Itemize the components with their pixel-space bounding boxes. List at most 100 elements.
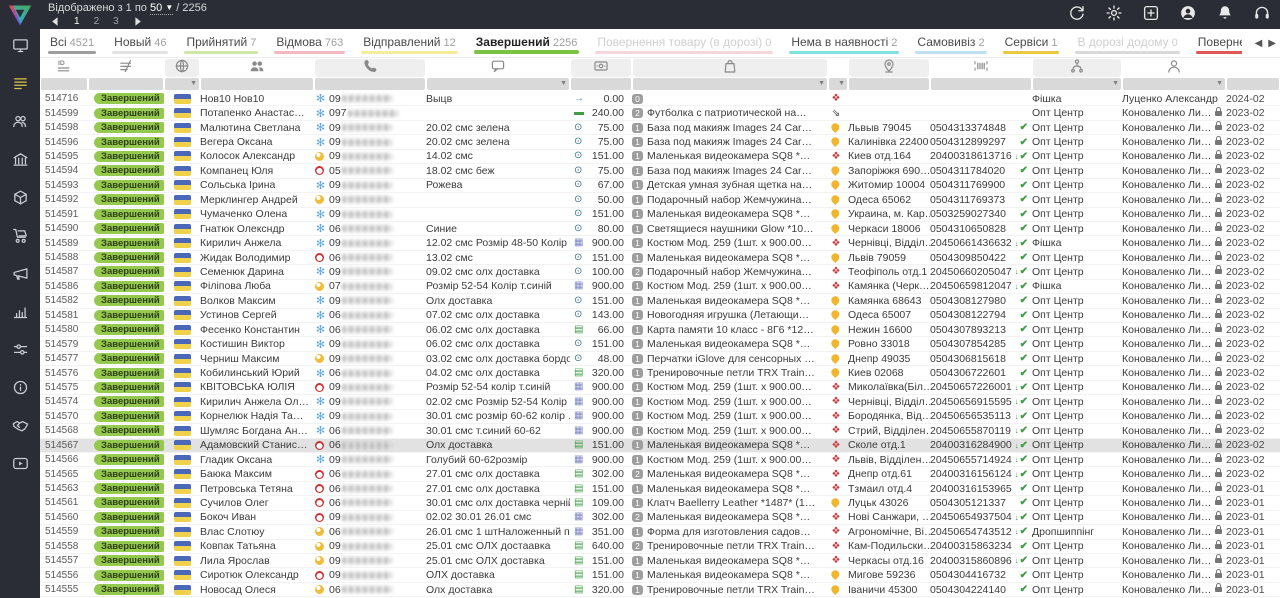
column-filter-3[interactable] (201, 78, 313, 90)
column-filter-13[interactable] (1227, 78, 1279, 90)
column-filter-4[interactable] (315, 78, 425, 90)
table-row-514587[interactable]: 514587ЗавершенийСеменюк Дарина✻0909.02 с… (40, 265, 1280, 279)
status-tab-11[interactable]: Повернення (завершений)125 (1188, 29, 1242, 57)
table-row-514566[interactable]: 514566ЗавершенийГладик Оксана✻09Голубий … (40, 453, 1280, 467)
sidebar-item-clients[interactable] (9, 112, 31, 131)
column-header-empty[interactable] (1227, 59, 1279, 77)
column-filter-8[interactable]: ▼ (829, 78, 847, 90)
column-header-comment-icon[interactable] (427, 59, 569, 77)
page-size-dropdown[interactable]: 50 ▼ (150, 2, 173, 15)
status-tab-6[interactable]: Повернення товару (в дорозі)0 (587, 29, 781, 57)
settings-gear-icon[interactable] (1104, 3, 1124, 23)
sidebar-item-settings[interactable] (9, 340, 31, 359)
table-row-514581[interactable]: 514581ЗавершенийУстинов Сергей✻0607.02 с… (40, 309, 1280, 323)
sidebar-item-orders[interactable] (9, 74, 31, 93)
sidebar-item-tutorials[interactable] (9, 454, 31, 473)
sidebar-item-companies[interactable] (9, 150, 31, 169)
refresh-icon[interactable] (1067, 3, 1087, 23)
column-header-empty[interactable] (829, 59, 847, 77)
status-tab-5[interactable]: Завершений2256 (466, 29, 588, 57)
tab-scroll-right-icon[interactable]: ▶ (1268, 38, 1276, 49)
table-row-514565[interactable]: 514565ЗавершенийБаюка Максим0627.01 смс … (40, 467, 1280, 481)
table-row-514590[interactable]: 514590ЗавершенийГнатюк Олексндр✻06Синие⊙… (40, 222, 1280, 236)
account-icon[interactable] (1178, 3, 1198, 23)
column-header-barcode-icon[interactable] (931, 59, 1031, 77)
notifications-bell-icon[interactable] (1215, 3, 1235, 23)
first-page-icon[interactable] (48, 16, 60, 27)
sidebar-item-marketing[interactable] (9, 264, 31, 283)
column-filter-0[interactable] (41, 78, 87, 90)
table-row-514568[interactable]: 514568ЗавершенийШумляс Богдана Ан…✻0630.… (40, 424, 1280, 438)
add-order-icon[interactable] (1141, 3, 1161, 23)
sidebar-item-dashboard[interactable] (9, 36, 31, 55)
table-row-514563[interactable]: 514563ЗавершенийПетровська Тетяна0627.01… (40, 482, 1280, 496)
column-filter-9[interactable] (849, 78, 929, 90)
table-row-514558[interactable]: 514558ЗавершенийКовпак Татьяна0925.01 см… (40, 540, 1280, 554)
column-filter-6[interactable] (571, 78, 631, 90)
page-1[interactable]: 1 (74, 16, 80, 27)
table-row-514570[interactable]: 514570ЗавершенийКорнелюк Надія Та…✻0930.… (40, 410, 1280, 424)
page-2[interactable]: 2 (94, 16, 100, 27)
table-row-514575[interactable]: 514575ЗавершенийКВІТОВСЬКА ЮЛІЯ09Розмір … (40, 381, 1280, 395)
table-row-514592[interactable]: 514592ЗавершенийМерклингер Андрей09⊙50.0… (40, 193, 1280, 207)
column-filter-5[interactable]: ▼ (427, 78, 569, 90)
table-row-514559[interactable]: 514559ЗавершенийВлас Слотюу0626.01 смс 1… (40, 525, 1280, 539)
table-row-514555[interactable]: 514555ЗавершенийНовосад Олеся06Олх доста… (40, 583, 1280, 597)
status-tab-4[interactable]: Відправлений12 (353, 29, 466, 57)
column-filter-12[interactable]: ▼ (1123, 78, 1225, 90)
tab-scroll-left-icon[interactable]: ◀ (1255, 38, 1263, 49)
table-row-514595[interactable]: 514595ЗавершенийКолосок Александр0914.02… (40, 150, 1280, 164)
table-row-514574[interactable]: 514574ЗавершенийКирилич Анжела Ол…✻0902.… (40, 395, 1280, 409)
app-logo[interactable] (6, 2, 34, 28)
table-row-514576[interactable]: 514576ЗавершенийКобилинський Юрий✻0604.0… (40, 366, 1280, 380)
support-headset-icon[interactable] (1252, 3, 1272, 23)
sidebar-item-procurement[interactable] (9, 226, 31, 245)
status-tab-3[interactable]: Відмова763 (266, 29, 353, 57)
column-header-location-pin-icon[interactable] (849, 59, 929, 77)
table-row-514582[interactable]: 514582ЗавершенийВолков Максим✻09Олх дост… (40, 294, 1280, 308)
table-row-514598[interactable]: 514598ЗавершенийМалютина Светлана✻0920.0… (40, 121, 1280, 135)
table-row-514599[interactable]: 514599ЗавершенийПотапенко Анастас…✻097▬2… (40, 106, 1280, 120)
status-tab-8[interactable]: Самовивіз2 (907, 29, 994, 57)
column-filter-10[interactable] (931, 78, 1031, 90)
table-row-514591[interactable]: 514591ЗавершенийЧумаченко Олена✻09⊙151.0… (40, 208, 1280, 222)
sidebar-item-products[interactable] (9, 188, 31, 207)
column-header-channel-route-icon[interactable] (1033, 59, 1121, 77)
table-row-514596[interactable]: 514596ЗавершенийВегера Оксана✻0920.02 см… (40, 135, 1280, 149)
status-tab-7[interactable]: Нема в наявності2 (781, 29, 907, 57)
table-row-514580[interactable]: 514580ЗавершенийФесенко Константин✻0606.… (40, 323, 1280, 337)
column-header-money-icon[interactable] (571, 59, 631, 77)
table-row-514593[interactable]: 514593ЗавершенийСольська Ірина✻09Рожева⊙… (40, 179, 1280, 193)
status-tab-9[interactable]: Сервіси1 (995, 29, 1068, 57)
column-filter-11[interactable]: ▼ (1033, 78, 1121, 90)
sidebar-item-reports[interactable] (9, 302, 31, 321)
column-header-id-icon[interactable]: ID (41, 59, 87, 77)
column-header-product-bag-icon[interactable] (633, 59, 827, 77)
column-header-status-icon[interactable] (89, 59, 163, 77)
column-header-client-people-icon[interactable] (201, 59, 313, 77)
column-header-phone-icon[interactable] (315, 59, 425, 77)
column-filter-2[interactable]: ▼ (165, 78, 199, 90)
column-filter-1[interactable] (89, 78, 163, 90)
last-page-icon[interactable] (133, 16, 145, 27)
table-row-514560[interactable]: 514560ЗавершенийБокоч Иван0902.02 30.01 … (40, 511, 1280, 525)
table-row-514589[interactable]: 514589ЗавершенийКирилич Анжела✻0912.02 с… (40, 236, 1280, 250)
table-row-514577[interactable]: 514577ЗавершенийЧерниш Максим0903.02 смс… (40, 352, 1280, 366)
status-tab-2[interactable]: Прийнятий7 (176, 29, 266, 57)
status-tab-1[interactable]: Новый46 (104, 29, 176, 57)
page-3[interactable]: 3 (113, 16, 119, 27)
status-tab-10[interactable]: В дорозі додому0 (1067, 29, 1187, 57)
status-tab-0[interactable]: Всі4521 (40, 29, 104, 57)
table-row-514567[interactable]: 514567ЗавершенийАдамовский Станис…06Олх … (40, 439, 1280, 453)
column-filter-7[interactable]: ▼ (633, 78, 827, 90)
table-row-514594[interactable]: 514594ЗавершенийКомпанец Юля0518.02 смс … (40, 164, 1280, 178)
sidebar-item-info[interactable] (9, 378, 31, 397)
column-header-country-globe-icon[interactable] (165, 59, 199, 77)
table-row-514561[interactable]: 514561ЗавершенийСучилов Олег0630.01 смс … (40, 496, 1280, 510)
table-row-514586[interactable]: 514586ЗавершенийФіліпова Люба07Розмір 52… (40, 280, 1280, 294)
table-row-514579[interactable]: 514579ЗавершенийКостишин Виктор✻0906.02 … (40, 337, 1280, 351)
table-row-514556[interactable]: 514556ЗавершенийСиротюк Олександр09ОЛХ д… (40, 568, 1280, 582)
column-header-manager-person-icon[interactable] (1123, 59, 1225, 77)
table-row-514716[interactable]: 514716ЗавершенийНов10 Нов10✻09Выцв→0.000… (40, 92, 1280, 106)
table-row-514588[interactable]: 514588ЗавершенийЖидак Володимир0613.02 с… (40, 251, 1280, 265)
